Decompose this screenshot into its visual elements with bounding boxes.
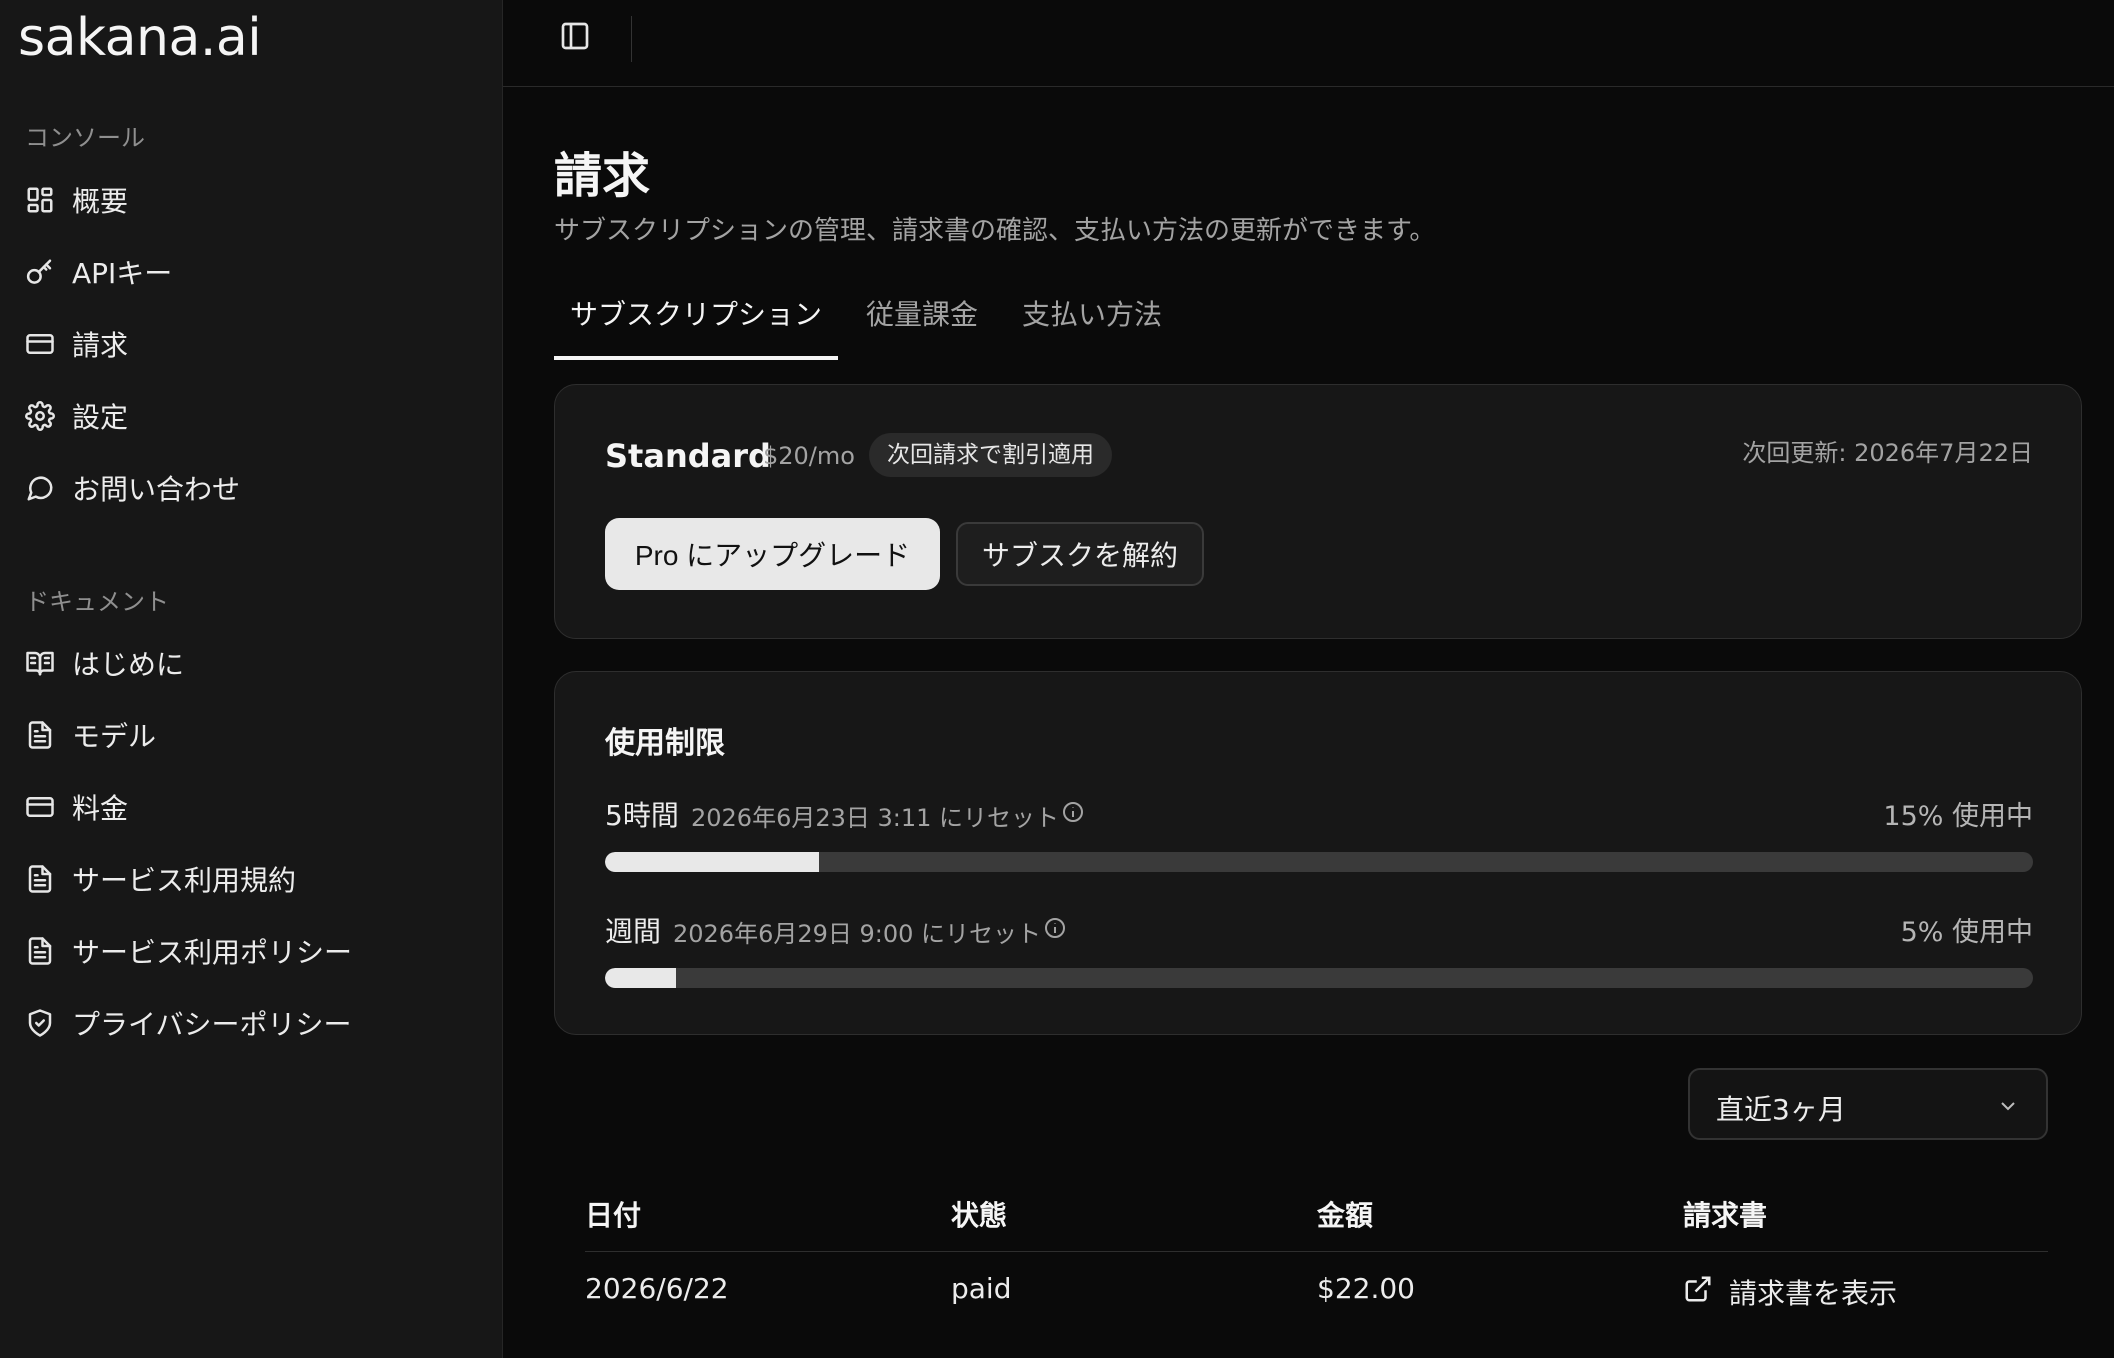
tab-payment-method[interactable]: 支払い方法: [1006, 290, 1178, 360]
sidebar-item-label: お問い合わせ: [72, 473, 241, 506]
document-icon: [24, 863, 56, 895]
sidebar-item-label: プライバシーポリシー: [72, 1008, 352, 1041]
usage-reset-time: 2026年6月29日 9:00 にリセット: [673, 920, 1042, 948]
key-icon: [24, 256, 56, 288]
usage-progress-bar: [605, 968, 2033, 988]
usage-label: 週間: [605, 915, 662, 948]
book-open-icon: [24, 647, 56, 679]
grid-icon: [24, 184, 56, 216]
tab-bar: サブスクリプション 従量課金 支払い方法: [554, 290, 1190, 360]
invoice-status: paid: [951, 1272, 1012, 1305]
column-header-status: 状態: [951, 1199, 1008, 1232]
invoice-date: 2026/6/22: [585, 1272, 729, 1305]
usage-progress-bar: [605, 852, 2033, 872]
period-select-value: 直近3ヶ月: [1716, 1093, 1846, 1126]
usage-reset-time: 2026年6月23日 3:11 にリセット: [691, 804, 1060, 832]
tab-usage-billing[interactable]: 従量課金: [850, 290, 994, 360]
gear-icon: [24, 400, 56, 432]
chat-bubble-icon: [24, 472, 56, 504]
tab-subscription[interactable]: サブスクリプション: [554, 290, 839, 360]
cancel-subscription-button[interactable]: サブスクを解約: [956, 522, 1204, 586]
sidebar-item-contact[interactable]: お問い合わせ: [24, 460, 240, 516]
renewal-date: 次回更新: 2026年7月22日: [1742, 439, 2033, 467]
sidebar-item-models[interactable]: モデル: [24, 707, 156, 763]
column-header-amount: 金額: [1317, 1199, 1374, 1232]
sidebar-item-overview[interactable]: 概要: [24, 172, 128, 228]
view-invoice-label: 請求書を表示: [1729, 1277, 1898, 1310]
sidebar-item-label: 料金: [72, 792, 129, 825]
plan-card: Standard $20/mo 次回請求で割引適用 次回更新: 2026年7月2…: [554, 384, 2082, 639]
usage-percent: 5% 使用中: [1900, 917, 2033, 948]
shield-check-icon: [24, 1007, 56, 1039]
column-header-date: 日付: [585, 1199, 642, 1232]
docs-section-label: ドキュメント: [25, 588, 169, 616]
sidebar-item-label: サービス利用規約: [72, 864, 297, 897]
invoice-table: 日付 状態 金額 請求書 2026/6/22 paid $22.00 請求書を表…: [585, 1180, 2048, 1332]
sidebar-item-label: 設定: [72, 401, 129, 434]
sidebar-toggle-icon: [559, 20, 591, 56]
sidebar-item-api-keys[interactable]: APIキー: [24, 244, 172, 300]
discount-badge: 次回請求で割引適用: [869, 433, 1112, 477]
sidebar-item-label: モデル: [72, 720, 157, 753]
topbar: [503, 0, 2114, 87]
sidebar-item-label: サービス利用ポリシー: [72, 936, 353, 969]
sidebar-toggle-button[interactable]: [557, 20, 593, 56]
sidebar-item-label: 請求: [72, 329, 129, 362]
usage-row-weekly: 週間 2026年6月29日 9:00 にリセット 5% 使用中: [605, 910, 2033, 1000]
sidebar-item-usage-policy[interactable]: サービス利用ポリシー: [24, 923, 352, 979]
plan-price: $20/mo: [763, 442, 855, 470]
logo[interactable]: sakana.ai: [18, 8, 262, 68]
divider: [631, 16, 632, 62]
period-select[interactable]: 直近3ヶ月: [1688, 1068, 2048, 1140]
sidebar-item-label: APIキー: [72, 257, 173, 290]
main-content: 請求 サブスクリプションの管理、請求書の確認、支払い方法の更新ができます。 サブ…: [503, 0, 2114, 1358]
view-invoice-link[interactable]: 請求書を表示: [1683, 1272, 1897, 1312]
page-subtitle: サブスクリプションの管理、請求書の確認、支払い方法の更新ができます。: [554, 216, 1436, 246]
plan-name: Standard: [605, 437, 771, 475]
table-header: 日付 状態 金額 請求書: [585, 1180, 2048, 1252]
sidebar-item-pricing[interactable]: 料金: [24, 779, 128, 835]
console-section-label: コンソール: [25, 124, 145, 152]
sidebar-item-terms[interactable]: サービス利用規約: [24, 851, 296, 907]
sidebar-item-getting-started[interactable]: はじめに: [24, 635, 184, 691]
upgrade-button[interactable]: Pro にアップグレード: [605, 518, 940, 590]
chevron-down-icon: [1996, 1094, 2020, 1118]
info-icon[interactable]: [1061, 800, 1085, 824]
table-row: 2026/6/22 paid $22.00 請求書を表示: [585, 1252, 2048, 1332]
invoice-amount: $22.00: [1317, 1272, 1415, 1305]
usage-progress-fill: [605, 852, 820, 872]
usage-limits-card: 使用制限 5時間 2026年6月23日 3:11 にリセット 15% 使用中 週…: [554, 671, 2082, 1035]
sidebar: sakana.ai コンソール 概要 APIキー 請求 設定 お問い合わせ ドキ…: [0, 0, 503, 1358]
sidebar-item-label: はじめに: [72, 648, 185, 681]
column-header-invoice: 請求書: [1683, 1199, 1768, 1232]
usage-progress-fill: [605, 968, 677, 988]
credit-card-icon: [24, 791, 56, 823]
usage-title: 使用制限: [605, 726, 725, 761]
usage-row-5h: 5時間 2026年6月23日 3:11 にリセット 15% 使用中: [605, 794, 2033, 884]
sidebar-item-label: 概要: [72, 185, 129, 218]
sidebar-item-settings[interactable]: 設定: [24, 388, 128, 444]
sidebar-item-privacy-policy[interactable]: プライバシーポリシー: [24, 995, 351, 1051]
usage-percent: 15% 使用中: [1883, 801, 2033, 832]
document-icon: [24, 719, 56, 751]
document-icon: [24, 935, 56, 967]
info-icon[interactable]: [1043, 916, 1067, 940]
usage-label: 5時間: [605, 799, 679, 832]
external-link-icon: [1683, 1274, 1729, 1311]
sidebar-item-billing[interactable]: 請求: [24, 316, 128, 372]
page-title: 請求: [554, 148, 651, 204]
credit-card-icon: [24, 328, 56, 360]
